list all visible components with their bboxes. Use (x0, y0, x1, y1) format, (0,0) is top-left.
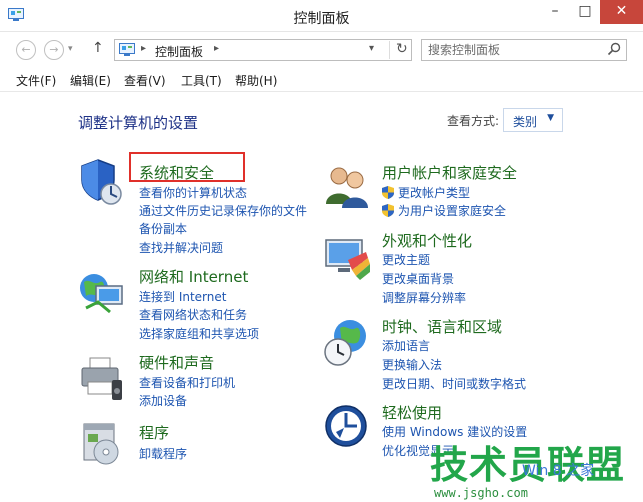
minimize-button[interactable]: – (540, 0, 570, 24)
uac-shield-icon (382, 204, 394, 217)
menu-bar: 文件(F) 编辑(E) 查看(V) 工具(T) 帮助(H) (0, 66, 643, 92)
search-box[interactable] (421, 39, 627, 61)
category-appearance[interactable]: 外观和个性化 (382, 230, 472, 251)
appearance-icon[interactable] (322, 234, 372, 284)
clock-globe-icon[interactable] (322, 318, 372, 368)
link-devices-printers[interactable]: 查看设备和打印机 (139, 374, 235, 391)
view-by-label: 查看方式: (447, 114, 500, 128)
category-network-internet[interactable]: 网络和 Internet (139, 266, 248, 287)
category-clock-language-region[interactable]: 时钟、语言和区域 (382, 316, 502, 337)
watermark: 技术员联盟 Win 8 之家 www.jsgho.com (412, 434, 643, 502)
breadcrumb-control-panel[interactable]: 控制面板 (155, 43, 203, 60)
view-by-value[interactable]: 类别 (513, 115, 537, 129)
link-file-history[interactable]: 通过文件历史记录保存你的文件 (139, 202, 307, 219)
link-change-background[interactable]: 更改桌面背景 (382, 270, 454, 287)
programs-icon[interactable] (76, 418, 126, 468)
page-title: 调整计算机的设置 (78, 114, 199, 132)
category-programs[interactable]: 程序 (139, 422, 169, 443)
link-connect-internet[interactable]: 连接到 Internet (139, 288, 226, 305)
back-button[interactable]: ← (16, 40, 36, 60)
link-view-computer-status[interactable]: 查看你的计算机状态 (139, 184, 247, 201)
category-user-accounts[interactable]: 用户帐户和家庭安全 (382, 162, 517, 183)
forward-button[interactable]: → (44, 40, 64, 60)
title-bar: 控制面板 – □ ✕ (0, 0, 643, 32)
address-bar[interactable]: ▸ 控制面板 ▸ ▾ ↻ (114, 39, 412, 61)
menu-view[interactable]: 查看(V) (124, 72, 166, 89)
menu-help[interactable]: 帮助(H) (235, 72, 277, 89)
category-system-security[interactable]: 系统和安全 (139, 162, 214, 183)
watermark-win8-text: Win 8 之家 (522, 463, 595, 479)
uac-shield-icon (382, 186, 394, 199)
link-backup[interactable]: 备份副本 (139, 220, 187, 237)
link-change-account-type-label[interactable]: 更改帐户类型 (398, 186, 470, 200)
search-input[interactable] (428, 42, 598, 58)
link-family-safety[interactable]: 为用户设置家庭安全 (382, 202, 506, 219)
link-add-language[interactable]: 添加语言 (382, 337, 430, 354)
view-by-dropdown[interactable]: 类别 ▼ (503, 108, 563, 132)
link-family-safety-label[interactable]: 为用户设置家庭安全 (398, 204, 506, 218)
chevron-right-icon[interactable]: ▸ (141, 43, 146, 54)
printer-speaker-icon[interactable] (76, 354, 126, 404)
menu-tools[interactable]: 工具(T) (181, 72, 222, 89)
watermark-url: www.jsgho.com (434, 486, 528, 500)
search-icon[interactable] (607, 42, 621, 56)
network-globe-icon[interactable] (76, 268, 126, 318)
users-icon[interactable] (322, 162, 372, 212)
chevron-right-icon[interactable]: ▸ (214, 43, 219, 54)
refresh-button[interactable]: ↻ (389, 41, 408, 59)
link-add-device[interactable]: 添加设备 (139, 392, 187, 409)
link-network-status[interactable]: 查看网络状态和任务 (139, 306, 247, 323)
link-screen-resolution[interactable]: 调整屏幕分辨率 (382, 289, 466, 306)
close-button[interactable]: ✕ (600, 0, 643, 24)
link-change-input-method[interactable]: 更换输入法 (382, 356, 442, 373)
up-button[interactable]: ↑ (92, 40, 104, 56)
menu-file[interactable]: 文件(F) (16, 72, 56, 89)
navigation-bar: ← → ▾ ↑ ▸ 控制面板 ▸ ▾ ↻ (0, 32, 643, 66)
link-uninstall-program[interactable]: 卸载程序 (139, 445, 187, 462)
link-homegroup[interactable]: 选择家庭组和共享选项 (139, 325, 259, 342)
ease-of-access-icon[interactable] (322, 402, 372, 452)
maximize-button[interactable]: □ (570, 0, 600, 24)
link-troubleshoot[interactable]: 查找并解决问题 (139, 239, 223, 256)
shield-icon[interactable] (76, 156, 126, 206)
recent-locations-icon[interactable]: ▾ (68, 44, 73, 54)
link-change-theme[interactable]: 更改主题 (382, 251, 430, 268)
menu-edit[interactable]: 编辑(E) (70, 72, 111, 89)
chevron-down-icon[interactable]: ▼ (547, 113, 554, 123)
control-panel-icon (119, 43, 135, 56)
category-hardware-sound[interactable]: 硬件和声音 (139, 352, 214, 373)
category-ease-of-access[interactable]: 轻松使用 (382, 402, 442, 423)
link-change-account-type[interactable]: 更改帐户类型 (382, 184, 470, 201)
address-dropdown-icon[interactable]: ▾ (369, 43, 374, 54)
link-change-date-time-format[interactable]: 更改日期、时间或数字格式 (382, 375, 526, 392)
